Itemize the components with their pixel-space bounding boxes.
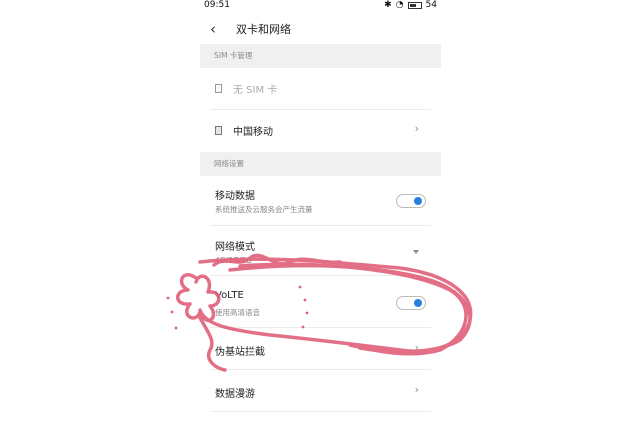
scribble-dot	[166, 296, 170, 300]
scribble-loop-3	[238, 262, 468, 356]
scribble-flower	[176, 273, 221, 322]
scribble-loop-2	[228, 263, 472, 354]
scribble-dot	[303, 298, 307, 302]
scribble-dot	[301, 325, 305, 329]
scribble-loop-1	[198, 257, 473, 353]
scribble-dot	[170, 310, 174, 314]
scribble-dot	[174, 326, 178, 330]
hand-drawn-annotation	[166, 253, 473, 372]
scribble-dot	[298, 285, 302, 289]
scribble-dot	[305, 311, 309, 315]
